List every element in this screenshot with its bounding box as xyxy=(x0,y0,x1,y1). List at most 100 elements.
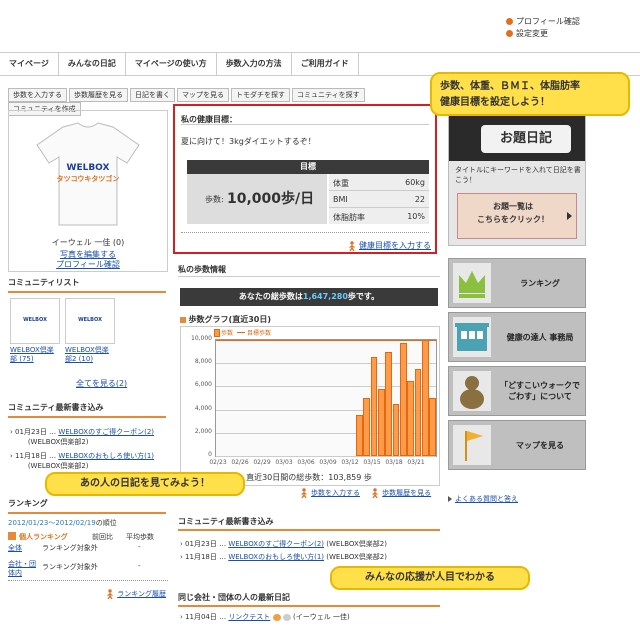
ranking-table: 2012/01/23～2012/02/19の順位 個人ランキング 前回比 平均歩… xyxy=(8,519,168,599)
bar xyxy=(377,388,385,456)
community-latest-header: コミュニティ最新書き込み xyxy=(8,402,166,418)
odai-title: お題日記 xyxy=(481,125,571,153)
nav-step-input-howto[interactable]: 歩数入力の方法 xyxy=(217,53,292,75)
faq-link[interactable]: よくある質問と答え xyxy=(448,494,518,504)
steps-info-header: 私の歩数情報 xyxy=(178,264,440,277)
ranking-period: 2012/01/23～2012/02/19 xyxy=(8,519,96,527)
bar xyxy=(370,357,378,456)
subnav-write-diary[interactable]: 日記を書く xyxy=(130,88,175,102)
x-tick-label: 03/18 xyxy=(385,459,403,466)
community-thumb: WELBOX xyxy=(65,298,115,344)
top-links: プロフィール確認 設定変更 xyxy=(506,16,580,40)
see-all-communities-link[interactable]: 全てを見る(2) xyxy=(76,378,127,389)
ranking-button[interactable]: ランキング xyxy=(448,258,586,308)
community-item-label[interactable]: WELBOX倶楽部 (75) xyxy=(10,346,60,364)
ranking-company-link[interactable]: 会社・団体内 xyxy=(8,560,38,578)
ranking-all-link[interactable]: 全体 xyxy=(8,543,22,553)
y-tick-label: 0 xyxy=(208,451,212,458)
callout-health-goal: 歩数、体重、ＢＭＩ、体脂肪率 健康目標を設定しよう！ xyxy=(430,72,630,116)
sub-nav: 歩数を入力する 歩数履歴を見る 日記を書く マップを見る トモダチを探す コミュ… xyxy=(8,88,438,116)
subnav-find-community[interactable]: コミュニティを探す xyxy=(292,88,365,102)
subnav-find-friends[interactable]: トモダチを探す xyxy=(231,88,290,102)
odai-banner[interactable]: お題日記 タイトルにキーワードを入れて日記を書こう！ お題一覧は こちらをクリッ… xyxy=(448,110,586,246)
y-tick-label: 10,000 xyxy=(191,335,212,342)
total-steps-value: 1,647,280 xyxy=(302,292,348,301)
odai-list-button[interactable]: お題一覧は こちらをクリック！ xyxy=(457,193,577,239)
steps-goal-value: 10,000歩/日 xyxy=(227,191,315,207)
y-tick-label: 4,000 xyxy=(194,404,212,412)
profile-name: イーウェル 一佳 (0) xyxy=(51,238,125,247)
bar xyxy=(392,403,400,456)
profile-card: WELBOX タツコウキタツゴン イーウェル 一佳 (0) 写真を編集する プロ… xyxy=(8,110,168,272)
steps-links: 歩数を入力する 歩数履歴を見る xyxy=(300,488,431,498)
profile-confirm-link[interactable]: プロフィール確認 xyxy=(506,16,580,28)
list-item: › 11月18日 … WELBOXのおもしろ使い方(1) (WELBOX倶楽部2… xyxy=(180,553,387,561)
center-community-header: コミュニティ最新書き込み xyxy=(178,516,440,531)
graph-square-icon xyxy=(180,316,186,323)
community-thumb: WELBOX xyxy=(10,298,60,344)
nav-how-to-use[interactable]: マイページの使い方 xyxy=(126,53,217,75)
health-master-button[interactable]: 健康の達人 事務局 xyxy=(448,312,586,362)
x-tick-label: 02/26 xyxy=(231,459,249,466)
steps-goal-cell: 歩数: 10,000歩/日 xyxy=(187,174,327,224)
bar xyxy=(407,380,414,456)
building-icon xyxy=(453,317,491,357)
shirt-logo: WELBOX xyxy=(66,163,110,173)
bar xyxy=(429,398,436,456)
dosukoi-walk-button[interactable]: 「どすこいウォークで ごわす」について xyxy=(448,366,586,416)
input-steps-link[interactable]: 歩数を入力する xyxy=(300,488,360,498)
ranking-header: ランキング xyxy=(8,498,166,514)
community-latest-list: › 01月23日 … WELBOXのすご得クーポン(2) (WELBOX倶楽部2… xyxy=(10,427,168,471)
x-tick-label: 03/21 xyxy=(407,459,425,466)
community-item-label[interactable]: WELBOX倶楽部2 (10) xyxy=(65,346,115,364)
profile-confirm-link-2[interactable]: プロフィール確認 xyxy=(9,259,167,270)
ranking-title: ランキング xyxy=(8,499,48,508)
health-goal-box: 私の健康目標： 夏に向けて！3kgダイエットするぞ！ 目標 歩数: 10,000… xyxy=(173,104,437,254)
comment-icon xyxy=(282,613,291,621)
x-tick-label: 03/09 xyxy=(319,459,337,466)
nav-everyone-diary[interactable]: みんなの日記 xyxy=(59,53,126,75)
subnav-step-history[interactable]: 歩数履歴を見る xyxy=(69,88,128,102)
company-diary-link[interactable]: リンクテスト xyxy=(228,613,270,621)
x-tick-label: 03/06 xyxy=(297,459,315,466)
y-tick-label: 6,000 xyxy=(194,381,212,389)
community-item[interactable]: WELBOX WELBOX倶楽部2 (10) xyxy=(65,298,115,364)
community-list: WELBOX WELBOX倶楽部 (75) WELBOX WELBOX倶楽部2 … xyxy=(10,298,170,388)
gridline xyxy=(216,456,436,457)
bar xyxy=(355,415,363,456)
subnav-view-map[interactable]: マップを見る xyxy=(177,88,229,102)
legend-steps-swatch xyxy=(214,329,220,337)
arrow-right-icon xyxy=(567,212,572,220)
view-map-button[interactable]: マップを見る xyxy=(448,420,586,470)
community-list-header: コミュニティリスト xyxy=(8,277,166,293)
bar xyxy=(399,343,407,456)
community-item[interactable]: WELBOX WELBOX倶楽部 (75) xyxy=(10,298,60,364)
subnav-input-steps[interactable]: 歩数を入力する xyxy=(8,88,67,102)
cheer-icon xyxy=(272,613,281,621)
step-history-link[interactable]: 歩数履歴を見る xyxy=(371,488,431,498)
settings-link[interactable]: 設定変更 xyxy=(506,28,580,40)
nav-guide[interactable]: ご利用ガイド xyxy=(292,53,359,75)
legend-goal: 目標歩数 xyxy=(247,330,272,337)
chevron-right-icon xyxy=(448,496,452,502)
ranking-history-link[interactable]: ランキング履歴 xyxy=(8,589,166,599)
x-tick-label: 02/23 xyxy=(209,459,227,466)
total-steps-bar: あなたの総歩数は1,647,280歩です。 xyxy=(180,288,438,306)
company-diary-header: 同じ会社・団体の人の最新日記 xyxy=(178,592,440,607)
center-community-list: › 01月23日 … WELBOXのすご得クーポン(2) (WELBOX倶楽部2… xyxy=(180,538,440,564)
callout-diary: あの人の日記を見てみよう！ xyxy=(45,472,245,496)
walker-icon xyxy=(349,240,355,251)
shirt-sub-logo: タツコウキタツゴン xyxy=(56,175,120,183)
x-tick-label: 03/12 xyxy=(341,459,359,466)
input-health-goal-link[interactable]: 健康目標を入力する xyxy=(348,240,431,251)
health-goal-text: 夏に向けて！3kgダイエットするぞ！ xyxy=(181,137,316,146)
bar xyxy=(414,369,422,456)
steps-chart: 歩数 目標歩数 10,000 8,000 6,000 4,000 2,000 0 02/23… xyxy=(180,326,440,486)
steps-info-title: 私の歩数情報 xyxy=(178,265,226,274)
sumo-icon xyxy=(453,371,491,411)
odai-text: タイトルにキーワードを入れて日記を書こう！ xyxy=(455,166,581,184)
center-community-title: コミュニティ最新書き込み xyxy=(178,517,274,526)
community-list-title: コミュニティリスト xyxy=(8,278,80,287)
nav-mypage[interactable]: マイページ xyxy=(0,53,59,75)
rank-square-icon xyxy=(8,532,16,540)
